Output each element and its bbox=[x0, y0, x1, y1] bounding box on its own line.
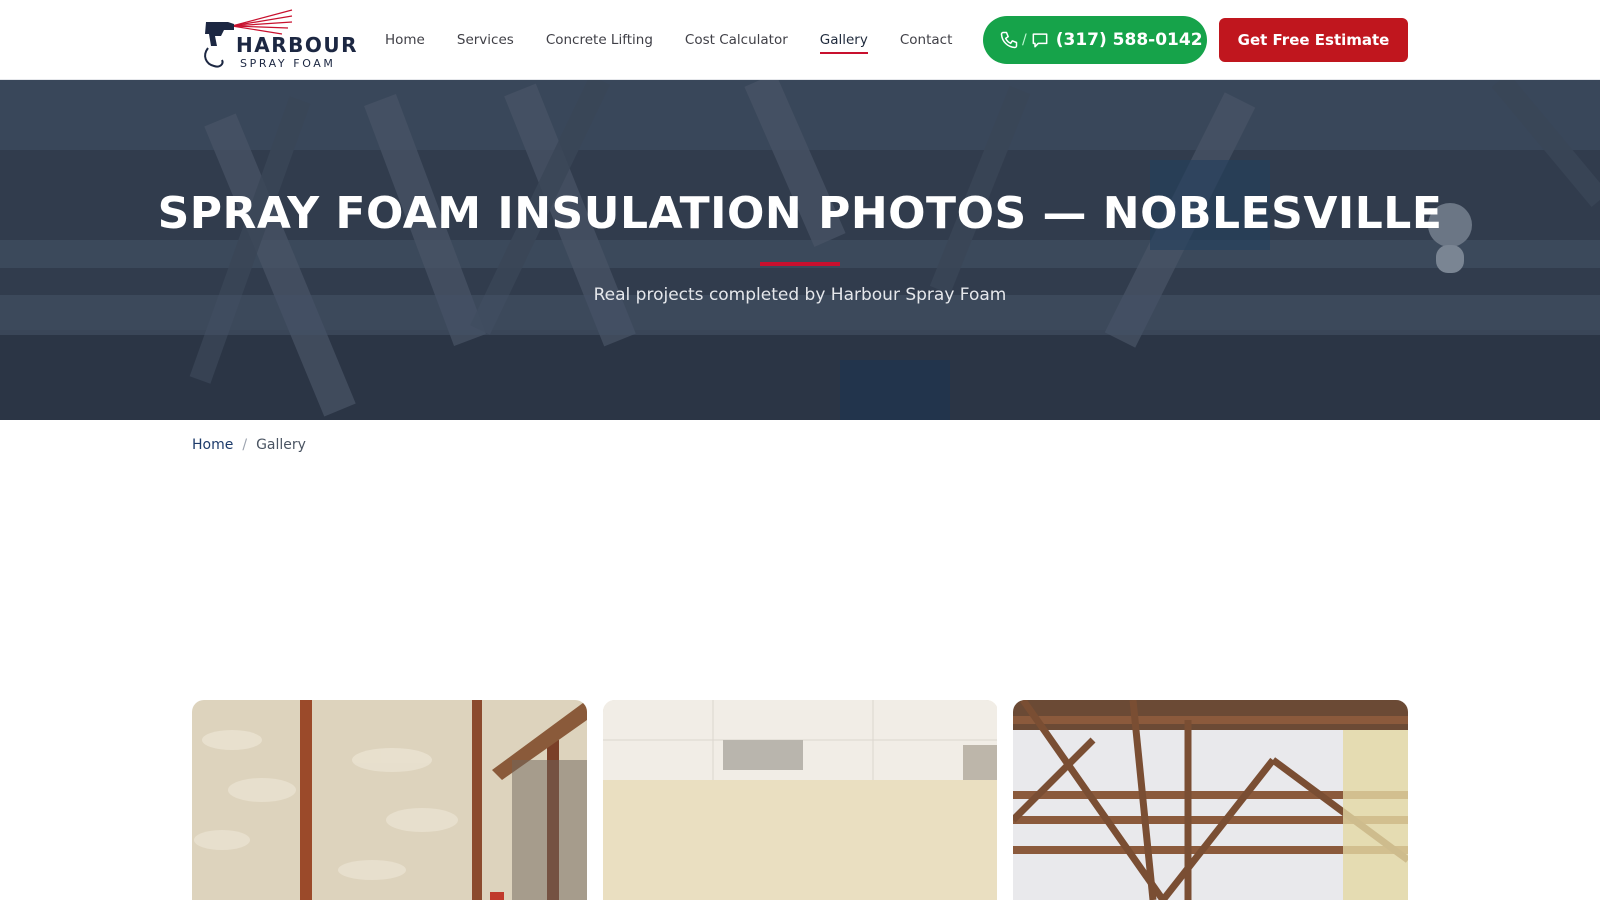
page-title: SPRAY FOAM INSULATION PHOTOS — NOBLESVIL… bbox=[157, 188, 1443, 239]
nav-home[interactable]: Home bbox=[385, 29, 425, 51]
gallery-item[interactable] bbox=[192, 700, 587, 900]
site-header: HARBOUR SPRAY FOAM Home Services Concret… bbox=[0, 0, 1600, 80]
title-divider bbox=[760, 262, 840, 266]
gallery-photo bbox=[603, 700, 997, 900]
gallery-item[interactable] bbox=[603, 700, 998, 900]
gallery-photo bbox=[192, 700, 587, 900]
phone-icon bbox=[999, 30, 1019, 50]
hero-banner: SPRAY FOAM INSULATION PHOTOS — NOBLESVIL… bbox=[0, 80, 1600, 420]
chat-icon bbox=[1030, 30, 1050, 50]
breadcrumb-separator: / bbox=[242, 437, 248, 453]
logo-tagline: SPRAY FOAM bbox=[240, 57, 336, 70]
breadcrumb-home-link[interactable]: Home bbox=[192, 437, 233, 453]
nav-gallery[interactable]: Gallery bbox=[820, 29, 868, 51]
phone-button[interactable]: / (317) 588-0142 bbox=[983, 16, 1207, 64]
hero-background-image bbox=[0, 80, 1600, 420]
breadcrumb-current: Gallery bbox=[256, 437, 306, 453]
breadcrumb: Home / Gallery bbox=[192, 437, 306, 453]
logo-name: HARBOUR bbox=[236, 33, 359, 57]
nav-concrete-lifting[interactable]: Concrete Lifting bbox=[546, 29, 653, 51]
phone-separator: / bbox=[1022, 32, 1027, 48]
nav-services[interactable]: Services bbox=[457, 29, 514, 51]
nav-contact[interactable]: Contact bbox=[900, 29, 953, 51]
gallery-photo bbox=[1013, 700, 1408, 900]
get-free-estimate-button[interactable]: Get Free Estimate bbox=[1219, 18, 1408, 62]
site-logo[interactable]: HARBOUR SPRAY FOAM bbox=[198, 8, 358, 72]
main-nav: Home Services Concrete Lifting Cost Calc… bbox=[385, 29, 984, 51]
nav-cost-calculator[interactable]: Cost Calculator bbox=[685, 29, 788, 51]
phone-number: (317) 588-0142 bbox=[1055, 30, 1203, 50]
gallery-item[interactable] bbox=[1013, 700, 1408, 900]
page-subtitle: Real projects completed by Harbour Spray… bbox=[593, 285, 1007, 305]
